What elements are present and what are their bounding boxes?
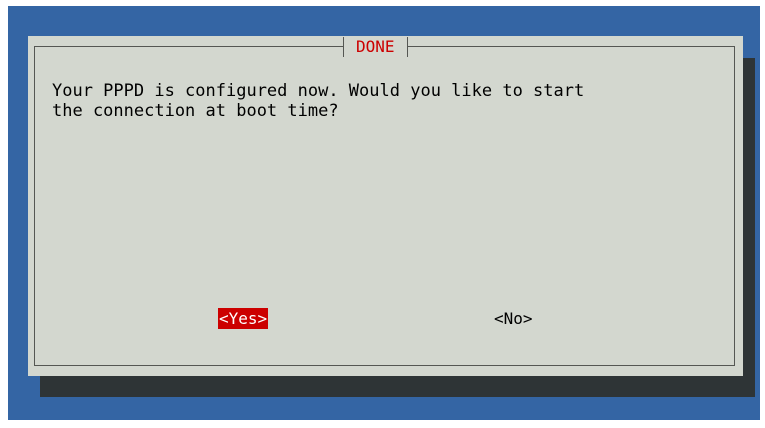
dialog-title: DONE (343, 37, 408, 57)
no-button[interactable]: <No> (493, 308, 534, 329)
yes-button[interactable]: <Yes> (218, 308, 269, 329)
dialog-message: Your PPPD is configured now. Would you l… (52, 81, 585, 121)
confirm-dialog: DONE Your PPPD is configured now. Would … (28, 36, 743, 376)
